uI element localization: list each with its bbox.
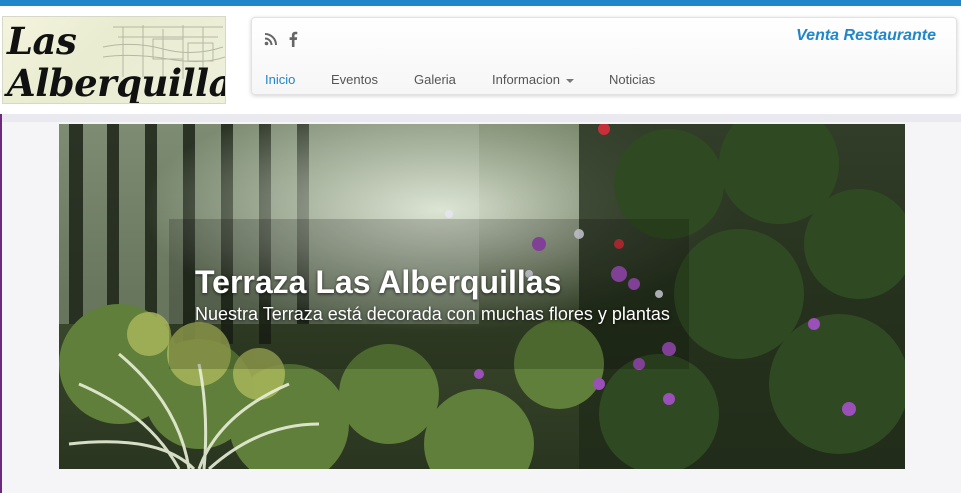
nav-item-informacion-label: Informacion [492, 72, 560, 87]
header-divider [0, 114, 961, 122]
nav-item-informacion[interactable]: Informacion [492, 72, 574, 87]
slider-title: Terraza Las Alberquillas [195, 264, 562, 300]
logo-text-line2: Alberquillas [7, 61, 225, 104]
hero-slider[interactable]: Terraza Las Alberquillas Nuestra Terraza… [59, 124, 905, 469]
slider-subtitle: Nuestra Terraza está decorada con muchas… [195, 304, 670, 324]
slider-caption: Terraza Las Alberquillas Nuestra Terraza… [195, 264, 670, 325]
nav-item-galeria[interactable]: Galeria [414, 72, 456, 87]
venta-restaurante-link[interactable]: Venta Restaurante [796, 27, 936, 45]
main-navbar: Venta Restaurante Inicio Eventos Galeria… [251, 17, 957, 95]
site-logo[interactable]: Las Alberquillas [2, 16, 226, 104]
social-links [264, 31, 298, 47]
nav-item-inicio[interactable]: Inicio [265, 72, 295, 87]
left-accent-line [0, 114, 2, 493]
rss-icon[interactable] [264, 32, 278, 46]
logo-text-line1: Las [7, 19, 77, 63]
chevron-down-icon [565, 78, 574, 83]
facebook-icon[interactable] [288, 31, 298, 47]
nav-item-eventos[interactable]: Eventos [331, 72, 378, 87]
nav-item-noticias[interactable]: Noticias [609, 72, 655, 87]
